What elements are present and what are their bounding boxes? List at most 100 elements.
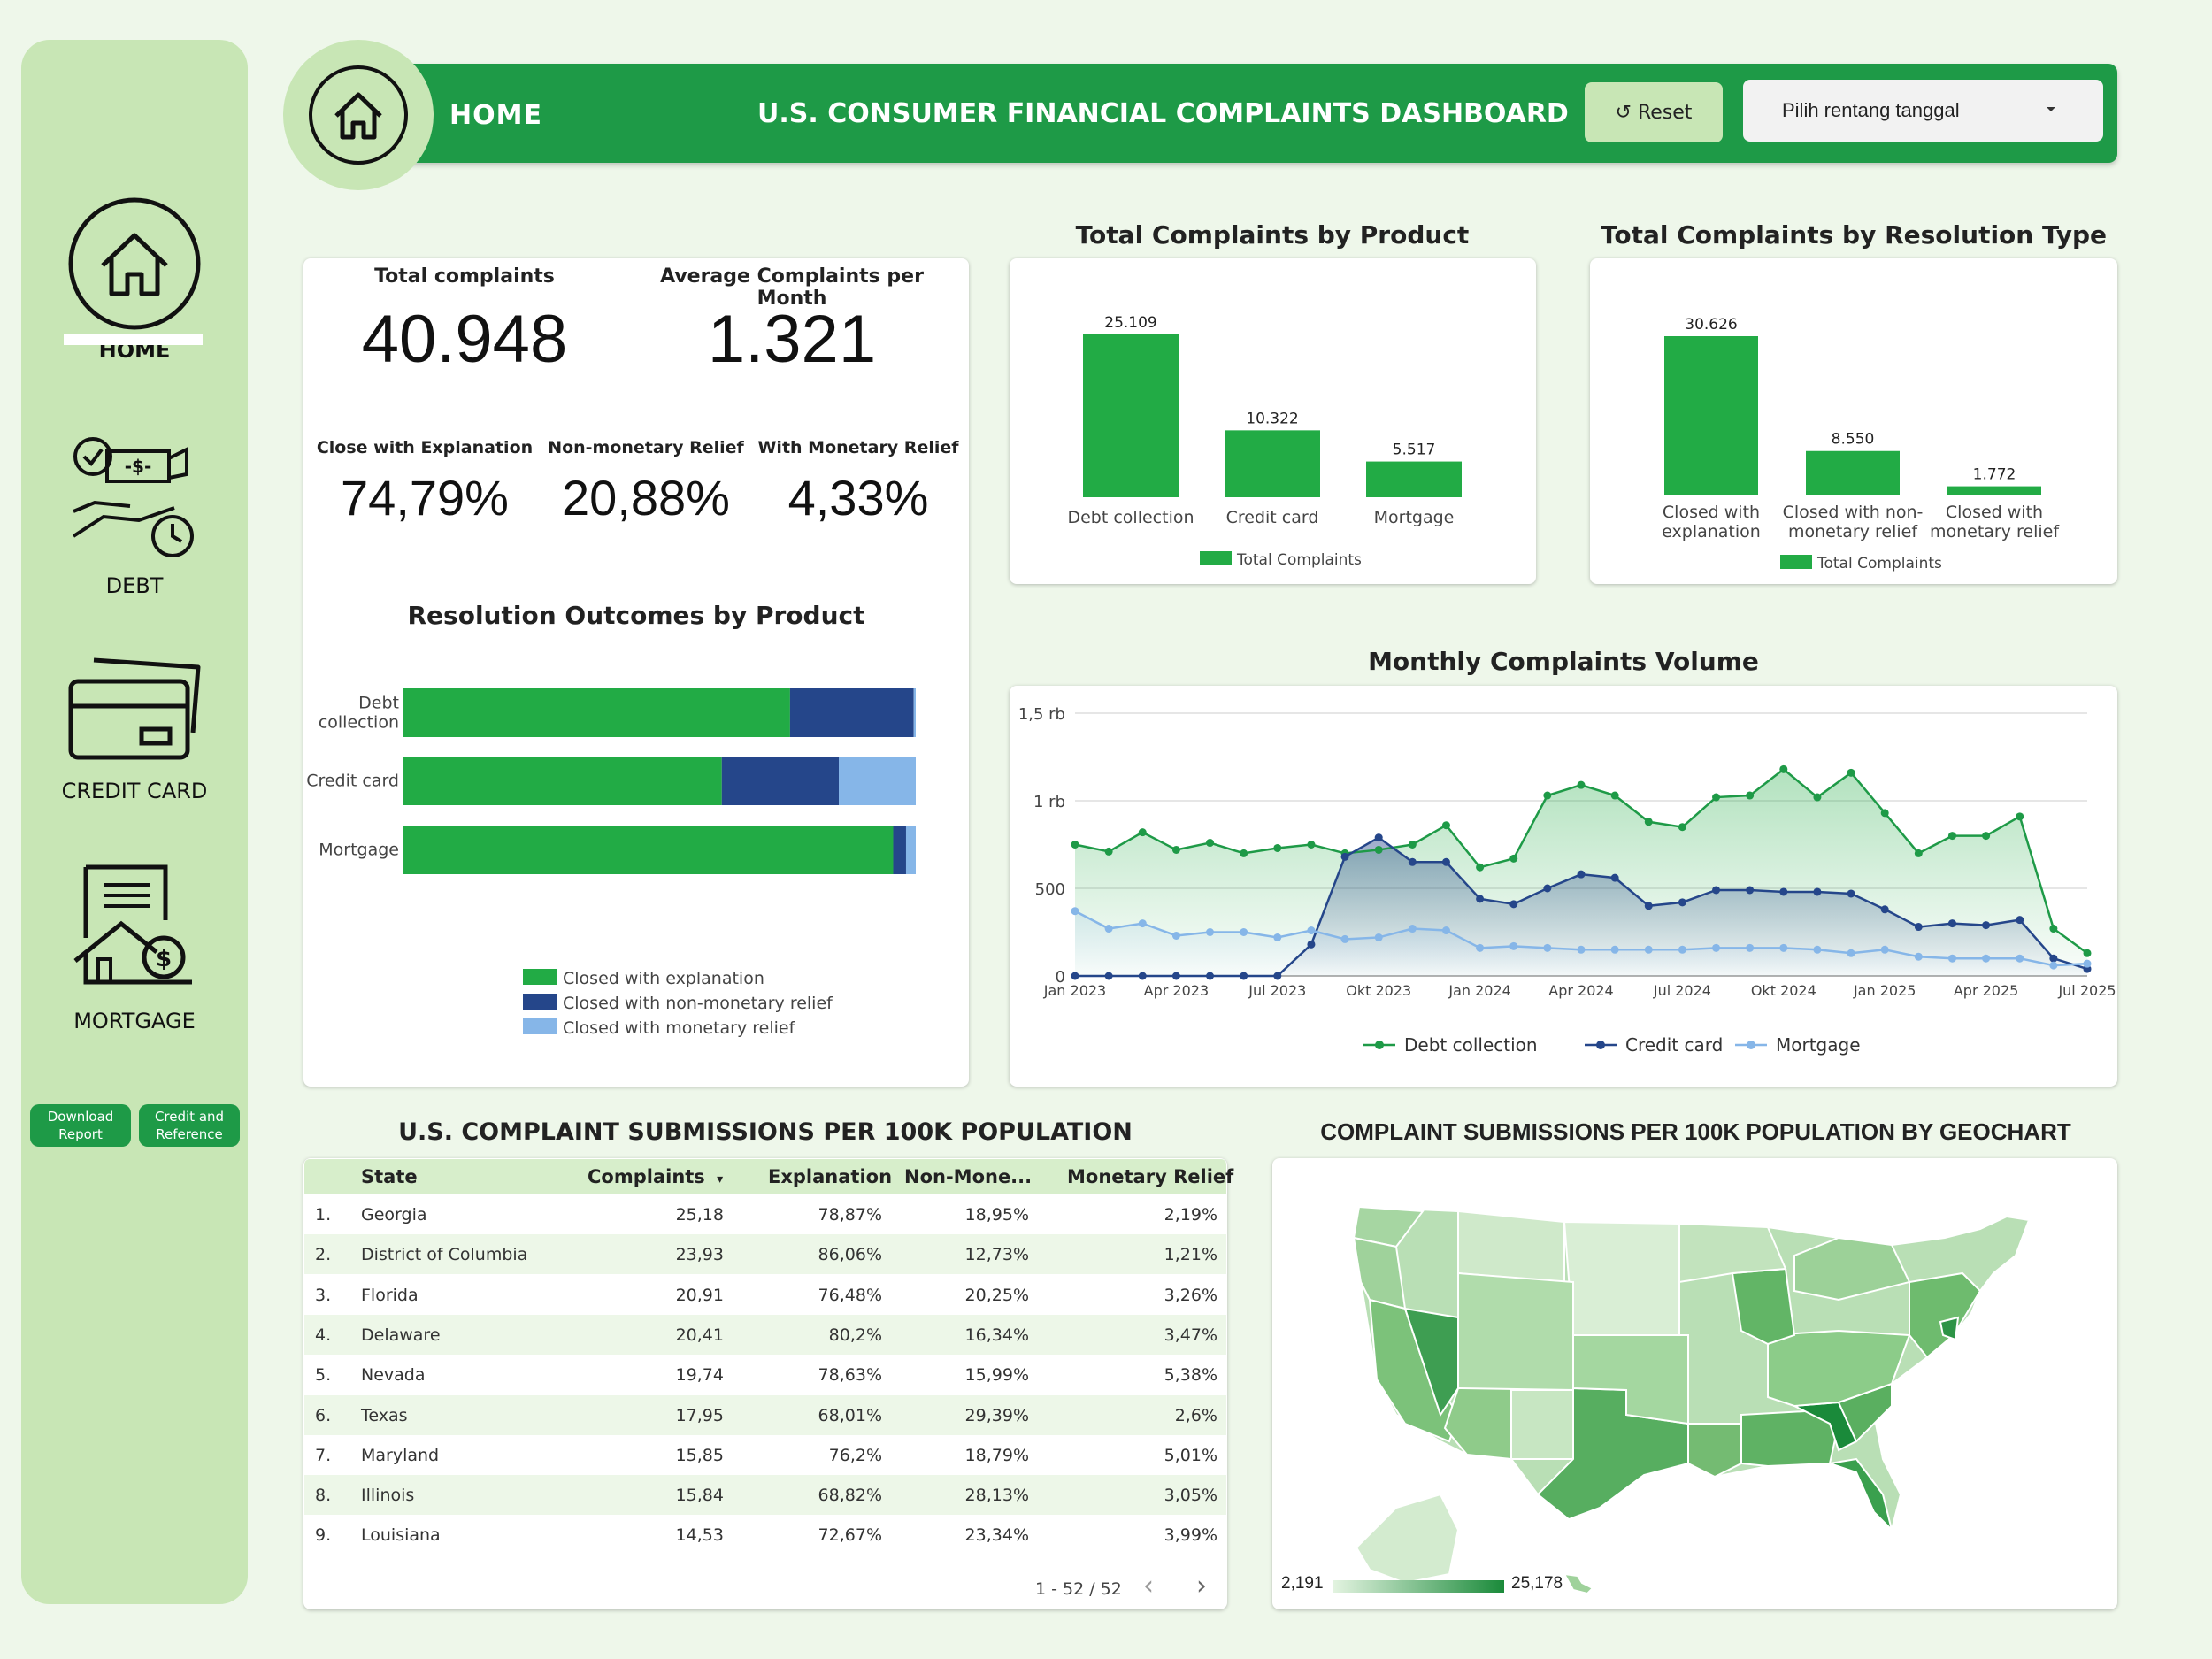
stacked-segment[interactable] [721, 757, 839, 805]
table-row[interactable]: 8. Illinois 15,84 68,82% 28,13% 3,05% [304, 1475, 1226, 1516]
data-point[interactable] [1982, 832, 1991, 841]
stacked-segment[interactable] [403, 826, 894, 874]
data-point[interactable] [1880, 945, 1889, 954]
table-row[interactable]: 3. Florida 20,91 76,48% 20,25% 3,26% [304, 1274, 1226, 1315]
data-point[interactable] [1476, 943, 1485, 952]
table-row[interactable]: 4. Delaware 20,41 80,2% 16,34% 3,47% [304, 1314, 1226, 1355]
data-point[interactable] [2016, 812, 2024, 821]
data-point[interactable] [1408, 841, 1417, 849]
data-point[interactable] [1678, 898, 1686, 907]
stacked-segment[interactable] [913, 688, 916, 737]
data-point[interactable] [1509, 900, 1518, 909]
data-point[interactable] [1171, 972, 1180, 980]
data-point[interactable] [1947, 954, 1956, 963]
data-point[interactable] [1104, 847, 1113, 856]
data-point[interactable] [1746, 943, 1755, 952]
data-point[interactable] [1847, 949, 1855, 957]
col-header-non-monetary[interactable]: Non-Mone... [904, 1159, 1032, 1194]
data-point[interactable] [1543, 791, 1552, 800]
data-point[interactable] [1374, 833, 1383, 842]
stacked-segment[interactable] [403, 688, 790, 737]
data-point[interactable] [1240, 972, 1248, 980]
data-point[interactable] [1307, 940, 1316, 949]
data-point[interactable] [2016, 916, 2024, 925]
data-point[interactable] [1104, 925, 1113, 933]
data-point[interactable] [1914, 952, 1923, 961]
data-point[interactable] [1712, 886, 1721, 895]
bar[interactable] [1806, 450, 1900, 495]
state-mountain[interactable] [1457, 1271, 1574, 1392]
data-point[interactable] [1171, 931, 1180, 940]
bar[interactable] [1083, 334, 1179, 497]
data-point[interactable] [1441, 926, 1450, 935]
table-row[interactable]: 7. Maryland 15,85 76,2% 18,79% 5,01% [304, 1434, 1226, 1475]
data-point[interactable] [1374, 845, 1383, 854]
nav-mortgage[interactable]: $ MORTGAGE [21, 858, 248, 1033]
table-row[interactable]: 2. District of Columbia 23,93 86,06% 12,73% 1… [304, 1234, 1226, 1275]
data-point[interactable] [1104, 972, 1113, 980]
data-point[interactable] [1577, 945, 1586, 954]
table-row[interactable]: 5. Nevada 19,74 78,63% 15,99% 5,38% [304, 1355, 1226, 1395]
data-point[interactable] [1914, 923, 1923, 932]
data-point[interactable] [2083, 959, 2092, 968]
data-point[interactable] [1307, 841, 1316, 849]
data-point[interactable] [1982, 921, 1991, 930]
data-point[interactable] [1441, 857, 1450, 866]
data-point[interactable] [1813, 887, 1822, 896]
data-point[interactable] [2049, 925, 2058, 933]
nav-credit-card[interactable]: CREDIT CARD [21, 655, 248, 803]
data-point[interactable] [1746, 791, 1755, 800]
data-point[interactable] [1644, 902, 1653, 910]
data-point[interactable] [1947, 832, 1956, 841]
col-header-state[interactable]: State [361, 1159, 418, 1194]
data-point[interactable] [1441, 821, 1450, 830]
data-point[interactable] [1982, 954, 1991, 963]
bar[interactable] [1225, 430, 1320, 497]
state-hawaii[interactable] [1563, 1572, 1594, 1595]
data-point[interactable] [1610, 945, 1619, 954]
data-point[interactable] [1138, 828, 1147, 837]
data-point[interactable] [1610, 791, 1619, 800]
data-point[interactable] [1880, 809, 1889, 818]
data-point[interactable] [1543, 884, 1552, 893]
data-point[interactable] [1307, 926, 1316, 935]
data-point[interactable] [1813, 945, 1822, 954]
data-point[interactable] [1071, 841, 1079, 849]
data-point[interactable] [1847, 889, 1855, 898]
data-point[interactable] [1509, 854, 1518, 863]
data-point[interactable] [1206, 839, 1215, 848]
stacked-segment[interactable] [893, 826, 906, 874]
data-point[interactable] [1408, 857, 1417, 866]
data-point[interactable] [1340, 852, 1349, 861]
data-point[interactable] [1914, 849, 1923, 857]
col-header-monetary[interactable]: Monetary Relief [1067, 1159, 1233, 1194]
data-point[interactable] [1746, 886, 1755, 895]
data-point[interactable] [1779, 943, 1788, 952]
stacked-segment[interactable] [403, 757, 722, 805]
data-point[interactable] [1509, 941, 1518, 950]
state-alaska[interactable] [1355, 1493, 1460, 1585]
prev-page-icon[interactable]: ‹ [1143, 1571, 1154, 1601]
header-home-badge[interactable] [283, 40, 434, 190]
state-plains[interactable] [1563, 1220, 1680, 1336]
nav-debt[interactable]: -$- DEBT [21, 432, 248, 598]
data-point[interactable] [1273, 972, 1282, 980]
next-page-icon[interactable]: › [1196, 1571, 1207, 1601]
data-point[interactable] [1813, 793, 1822, 802]
data-point[interactable] [1071, 972, 1079, 980]
bar[interactable] [1664, 336, 1758, 495]
data-point[interactable] [1779, 887, 1788, 896]
data-point[interactable] [1880, 905, 1889, 914]
state-montana[interactable] [1457, 1210, 1565, 1284]
stacked-segment[interactable] [789, 688, 914, 737]
table-row[interactable]: 6. Texas 17,95 68,01% 29,39% 2,6% [304, 1394, 1226, 1435]
data-point[interactable] [2083, 949, 2092, 957]
reset-button[interactable]: ↺ Reset [1585, 82, 1723, 142]
data-point[interactable] [2049, 954, 2058, 963]
data-point[interactable] [1138, 919, 1147, 928]
bar[interactable] [1947, 486, 2041, 495]
col-header-explanation[interactable]: Explanation [768, 1159, 892, 1194]
data-point[interactable] [1947, 919, 1956, 928]
stacked-segment[interactable] [839, 757, 916, 805]
data-point[interactable] [1644, 818, 1653, 826]
